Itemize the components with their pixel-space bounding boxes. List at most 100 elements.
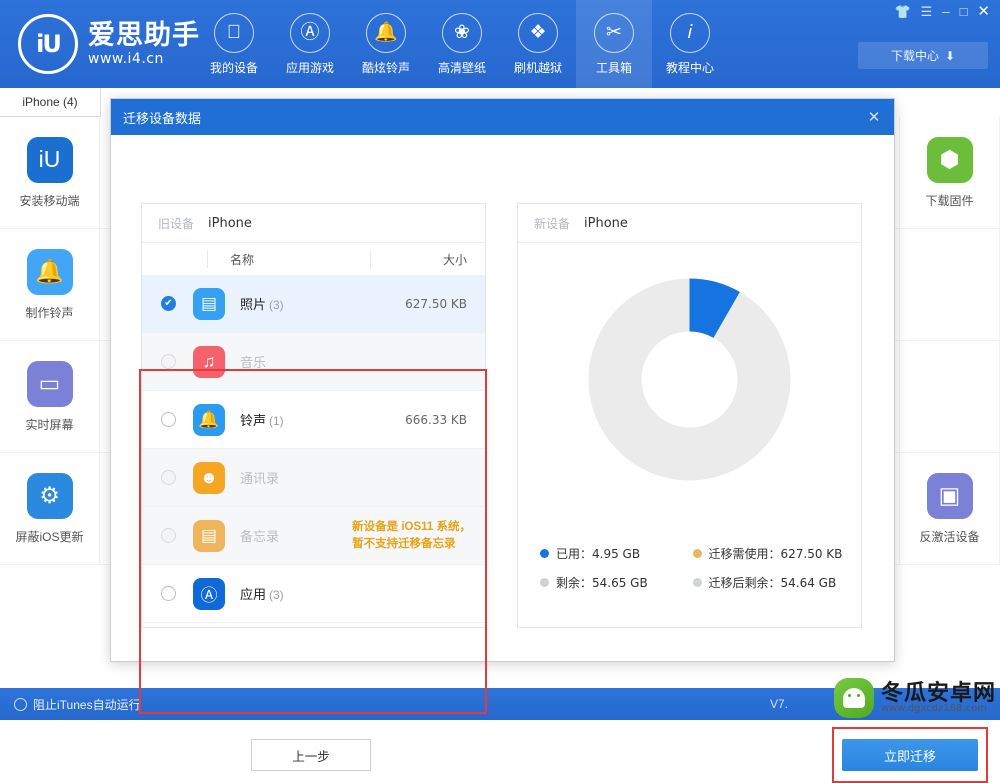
- dialog-title-bar: 迁移设备数据 ✕: [111, 99, 894, 135]
- nav-item-label: 我的设备: [209, 60, 258, 75]
- block-itunes-toggle[interactable]: 阻止iTunes自动运行: [14, 696, 141, 713]
- nav-item-5[interactable]: ❖ 刷机越狱: [500, 0, 576, 88]
- row-radio[interactable]: ✔: [161, 296, 176, 311]
- storage-legend: 已用：4.95 GB 迁移需使用：627.50 KB 剩余：54.65 GB 迁移后剩…: [540, 545, 845, 591]
- nav-item-4[interactable]: ❀ 高清壁纸: [424, 0, 500, 88]
- download-center-label: 下载中心: [890, 49, 939, 63]
- legend-text: 剩余：54.65 GB: [556, 576, 648, 590]
- app-url: www.i4.cn: [88, 50, 164, 67]
- ringtone-icon: 🔔: [26, 248, 73, 295]
- storage-donut-chart: [518, 254, 861, 504]
- donut-hole: [641, 331, 738, 427]
- nav-item-label: 刷机越狱: [513, 60, 562, 75]
- legend-item: 剩余：54.65 GB: [540, 574, 693, 591]
- main-nav:  我的设备 Ⓐ 应用游戏 🔔 酷炫铃声 ❀ 高清壁纸 ❖ 刷机越狱 ✂ 工具箱 𝑖 教程中心: [196, 0, 728, 88]
- tool-label: 屏蔽iOS更新: [15, 529, 84, 544]
- window-controls: 👕 ☰ – □ ✕: [894, 4, 990, 19]
- row-radio[interactable]: [161, 412, 176, 427]
- appstore-icon: Ⓐ: [290, 12, 330, 53]
- tool-label: 制作铃声: [25, 305, 74, 320]
- legend-dot-icon: [692, 549, 702, 558]
- new-device-value: iPhone: [584, 215, 628, 231]
- tools-icon: ✂: [594, 12, 634, 53]
- maximize-button[interactable]: □: [960, 5, 968, 18]
- watermark-name: 冬瓜安卓网: [880, 680, 996, 706]
- new-device-header: 新设备 iPhone: [518, 204, 861, 243]
- tool-cell-empty: [900, 341, 1000, 453]
- site-watermark: 冬瓜安卓网 www.dgxcdz168.com: [833, 678, 996, 718]
- legend-dot-icon: [540, 578, 549, 587]
- block-update-icon: ⚙: [26, 472, 73, 519]
- shirt-icon[interactable]: 👕: [894, 5, 910, 18]
- table-row[interactable]: ✔ ▤ 照片 (3) 627.50 KB: [142, 275, 485, 333]
- tool-cell[interactable]: ▭ 实时屏幕: [0, 341, 100, 453]
- appstore-icon: Ⓐ: [193, 577, 225, 610]
- row-size: 666.33 KB: [405, 412, 467, 427]
- firmware-icon: ⬢: [926, 136, 973, 183]
- dialog-body: 旧设备 iPhone 名称 大小 ✔ ▤ 照片 (3) 627.50 KB ♫ 音乐 🔔 铃声(…: [111, 135, 988, 783]
- nav-item-3[interactable]: 🔔 酷炫铃声: [348, 0, 424, 88]
- list-column-header: 名称 大小: [142, 243, 485, 276]
- music-icon: ♫: [193, 345, 225, 378]
- tool-label: 安装移动端: [19, 193, 80, 208]
- migrate-now-button[interactable]: 立即迁移: [842, 739, 978, 771]
- tool-cell[interactable]: ⬢ 下载固件: [900, 117, 1000, 229]
- watermark-url: www.dgxcdz168.com: [880, 703, 987, 715]
- row-name: 应用 (3): [240, 587, 284, 602]
- logo-mark-icon: iU: [18, 14, 78, 74]
- legend-item: 已用：4.95 GB: [540, 545, 693, 562]
- nav-item-7[interactable]: 𝑖 教程中心: [652, 0, 728, 88]
- box-icon: ❖: [518, 12, 558, 53]
- table-row: ☻ 通讯录: [142, 449, 485, 507]
- notes-icon: ▤: [193, 519, 225, 552]
- info-icon: 𝑖: [670, 12, 710, 53]
- legend-item: 迁移需使用：627.50 KB: [692, 545, 846, 562]
- tool-label: 反激活设备: [919, 529, 980, 544]
- prev-button[interactable]: 上一步: [251, 739, 371, 771]
- row-size: 627.50 KB: [405, 296, 467, 311]
- download-center-button[interactable]: 下载中心 ⬇: [858, 42, 988, 69]
- nav-item-label: 教程中心: [665, 60, 714, 75]
- i4-app-icon: iU: [26, 136, 73, 183]
- migrate-dialog: 迁移设备数据 ✕ 旧设备 iPhone 名称 大小 ✔ ▤ 照片 (3) 627.50 …: [110, 98, 988, 783]
- contacts-icon: ☻: [193, 461, 225, 494]
- screen-icon: ▭: [26, 360, 73, 407]
- tool-cell[interactable]: ▣ 反激活设备: [900, 453, 1000, 565]
- radio-icon: [14, 697, 27, 711]
- block-itunes-label: 阻止iTunes自动运行: [33, 697, 141, 712]
- close-button[interactable]: ✕: [977, 4, 990, 19]
- table-row: ♫ 音乐: [142, 333, 485, 391]
- old-device-label: 旧设备: [158, 216, 195, 231]
- version-label: V7.: [769, 697, 788, 711]
- device-tab[interactable]: iPhone (4): [0, 88, 101, 117]
- row-note: 新设备是 iOS11 系统， 暂不支持迁移备忘录: [352, 520, 471, 550]
- minimize-button[interactable]: –: [942, 5, 949, 18]
- tool-cell[interactable]: iU 安装移动端: [0, 117, 100, 229]
- row-radio[interactable]: [161, 586, 176, 601]
- download-icon: ⬇: [944, 48, 956, 63]
- row-radio: [161, 528, 176, 543]
- nav-item-1[interactable]:  我的设备: [196, 0, 272, 88]
- new-device-panel: 新设备 iPhone 已用：4.95 GB 迁移需使用：627.50 KB 剩余：5…: [517, 203, 862, 628]
- nav-item-6[interactable]: ✂ 工具箱: [576, 0, 652, 88]
- legend-text: 迁移需使用：627.50 KB: [708, 547, 843, 561]
- ringtone-icon: 🔔: [193, 403, 225, 436]
- table-row[interactable]: 🔔 铃声 (1) 666.33 KB: [142, 391, 485, 449]
- tool-cell[interactable]: ⚙ 屏蔽iOS更新: [0, 453, 100, 565]
- nav-item-label: 应用游戏: [285, 60, 334, 75]
- nav-item-2[interactable]: Ⓐ 应用游戏: [272, 0, 348, 88]
- nav-item-label: 工具箱: [595, 60, 632, 75]
- legend-text: 已用：4.95 GB: [556, 547, 641, 561]
- tool-cell[interactable]: 🔔 制作铃声: [0, 229, 100, 341]
- table-row[interactable]: Ⓐ 应用 (3): [142, 565, 485, 623]
- row-count: (3): [269, 298, 284, 312]
- row-count: (1): [269, 414, 284, 428]
- menu-icon[interactable]: ☰: [921, 5, 933, 18]
- bell-icon: 🔔: [366, 12, 406, 53]
- legend-dot-icon: [540, 549, 549, 558]
- row-radio: [161, 470, 176, 485]
- row-name: 通讯录: [240, 471, 280, 486]
- close-icon[interactable]: ✕: [864, 107, 884, 127]
- nav-item-label: 高清壁纸: [437, 60, 486, 75]
- legend-text: 迁移后剩余：54.64 GB: [708, 576, 837, 590]
